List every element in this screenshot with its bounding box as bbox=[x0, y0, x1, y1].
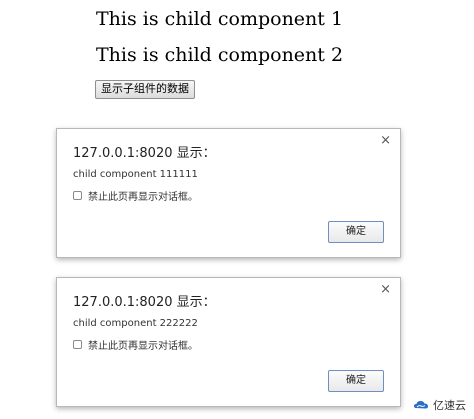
suppress-dialogs-checkbox[interactable] bbox=[73, 190, 82, 200]
suppress-dialogs-row: 禁止此页再显示对话框。 bbox=[73, 337, 198, 352]
child-component-2-text: This is child component 2 bbox=[96, 44, 344, 66]
ok-button[interactable]: 确定 bbox=[328, 370, 384, 392]
dialog-title: 127.0.0.1:8020 显示： bbox=[73, 295, 216, 310]
dialog-message: child component 111111 bbox=[73, 169, 198, 180]
close-icon[interactable]: × bbox=[380, 134, 391, 148]
watermark-text: 亿速云 bbox=[433, 399, 466, 412]
suppress-dialogs-checkbox[interactable] bbox=[73, 339, 82, 349]
alert-dialog-2: 127.0.0.1:8020 显示： × child component 222… bbox=[56, 277, 401, 407]
show-child-data-button[interactable]: 显示子组件的数据 bbox=[95, 80, 195, 99]
dialog-message: child component 222222 bbox=[73, 318, 198, 329]
cloud-logo-icon bbox=[414, 401, 428, 409]
child-component-1-text: This is child component 1 bbox=[96, 8, 344, 30]
close-icon[interactable]: × bbox=[380, 283, 391, 297]
ok-button[interactable]: 确定 bbox=[328, 221, 384, 243]
suppress-dialogs-label[interactable]: 禁止此页再显示对话框。 bbox=[88, 188, 198, 203]
dialog-title: 127.0.0.1:8020 显示： bbox=[73, 146, 216, 161]
suppress-dialogs-row: 禁止此页再显示对话框。 bbox=[73, 188, 198, 203]
suppress-dialogs-label[interactable]: 禁止此页再显示对话框。 bbox=[88, 337, 198, 352]
alert-dialog-1: 127.0.0.1:8020 显示： × child component 111… bbox=[56, 128, 401, 258]
watermark: 亿速云 bbox=[413, 397, 466, 413]
